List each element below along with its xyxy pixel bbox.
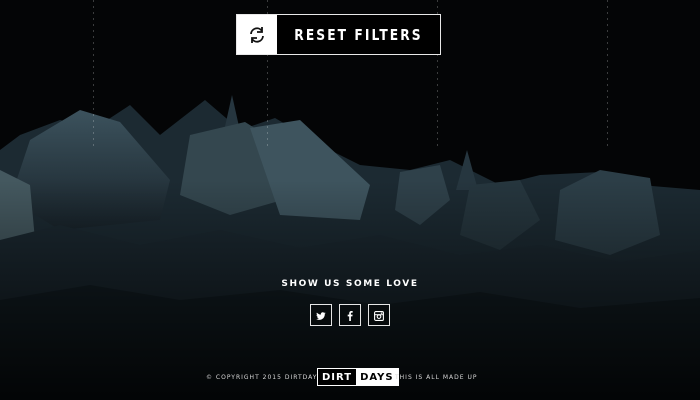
instagram-icon: [374, 306, 384, 325]
logo-part-days: DAYS: [356, 369, 398, 385]
dirtdays-logo[interactable]: DIRT DAYS: [317, 368, 399, 386]
reset-filters-label: RESET FILTERS: [294, 25, 423, 44]
instagram-button[interactable]: [368, 304, 390, 326]
twitter-button[interactable]: [310, 304, 332, 326]
logo-part-dirt: DIRT: [318, 369, 357, 385]
facebook-button[interactable]: [339, 304, 361, 326]
rocky-landscape-background: [0, 95, 700, 400]
dashed-guide-line: [607, 0, 608, 150]
copyright-text: © COPYRIGHT 2015 DIRTDAYS: [206, 374, 323, 381]
dashed-guide-line: [93, 0, 94, 150]
twitter-icon: [316, 306, 326, 325]
facebook-icon: [347, 306, 353, 325]
reset-filters-button[interactable]: RESET FILTERS: [236, 14, 441, 55]
social-section-title: SHOW US SOME LOVE: [281, 279, 419, 289]
tagline-text: THIS IS ALL MADE UP: [395, 374, 478, 381]
page-stage: RESET FILTERS SHOW US SOME LOVE © COPYRI…: [0, 0, 700, 400]
refresh-icon: [237, 15, 277, 54]
